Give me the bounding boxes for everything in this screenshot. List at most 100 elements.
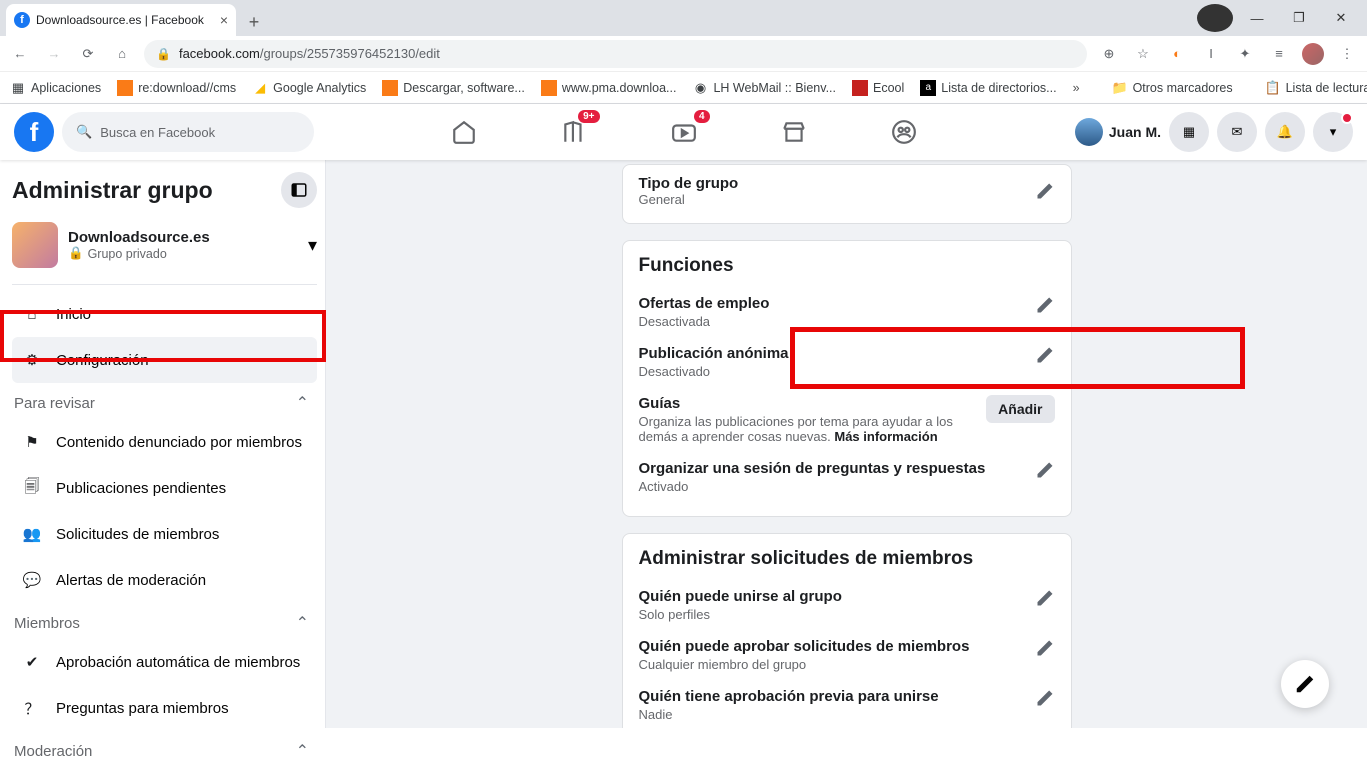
facebook-logo[interactable]: f xyxy=(14,112,54,152)
post-icon: 🗐 xyxy=(20,476,44,501)
setting-quien-unirse[interactable]: Quién puede unirse al grupoSolo perfiles xyxy=(639,580,1055,630)
nav-pages-icon[interactable]: 9+ xyxy=(554,112,594,152)
chevron-down-icon: ▾ xyxy=(308,235,317,256)
edit-pencil-icon[interactable] xyxy=(1035,460,1055,480)
facebook-header: f 🔍 Busca en Facebook 9+ 4 Juan M. ▦ ✉ 🔔… xyxy=(0,104,1367,160)
sidebar-section-para-revisar[interactable]: Para revisar⌃ xyxy=(12,383,317,419)
sidebar-item-solicitudes[interactable]: 👥Solicitudes de miembros xyxy=(12,511,317,557)
anadir-button[interactable]: Añadir xyxy=(986,395,1054,423)
notifications-button[interactable]: 🔔 xyxy=(1265,112,1305,152)
tab-title: Downloadsource.es | Facebook xyxy=(36,13,214,27)
person-check-icon: ✔ xyxy=(20,653,44,671)
nav-home-icon[interactable] xyxy=(444,112,484,152)
browser-tab[interactable]: f Downloadsource.es | Facebook × xyxy=(6,4,236,36)
bookmark-redownload[interactable]: re:download//cms xyxy=(117,80,236,96)
section-title-admin: Administrar solicitudes de miembros xyxy=(639,548,1055,570)
maximize-button[interactable]: ❐ xyxy=(1281,4,1317,32)
content-stage: Administrar grupo Downloadsource.es 🔒Gru… xyxy=(0,160,1367,728)
search-placeholder: Busca en Facebook xyxy=(100,125,215,140)
watch-badge: 4 xyxy=(694,110,710,123)
edit-pencil-icon[interactable] xyxy=(1035,295,1055,315)
search-input[interactable]: 🔍 Busca en Facebook xyxy=(62,112,314,152)
edit-pencil-icon[interactable] xyxy=(1035,181,1055,201)
extensions-button[interactable]: ✦ xyxy=(1233,42,1257,66)
setting-value: General xyxy=(639,192,739,207)
extension-icon-1[interactable]: ◐ xyxy=(1165,42,1189,66)
sidebar-item-preguntas[interactable]: ？Preguntas para miembros xyxy=(12,685,317,731)
window-controls: — ❐ ✕ xyxy=(1197,0,1367,36)
back-button[interactable]: ← xyxy=(8,42,32,66)
bookmarks-overflow[interactable]: » xyxy=(1073,81,1080,95)
edit-pencil-icon[interactable] xyxy=(1035,688,1055,708)
group-privacy: 🔒Grupo privado xyxy=(68,246,210,261)
bookmark-otros[interactable]: 📁Otros marcadores xyxy=(1112,80,1233,96)
bookmark-reading-list[interactable]: 📋Lista de lectura xyxy=(1265,80,1367,96)
account-indicator-icon[interactable] xyxy=(1197,4,1233,32)
bookmark-apps[interactable]: ▦Aplicaciones xyxy=(10,80,101,96)
sidebar-item-configuracion[interactable]: ⚙Configuración xyxy=(12,337,317,383)
browser-titlebar: f Downloadsource.es | Facebook × + — ❐ ✕ xyxy=(0,0,1367,36)
bookmarks-bar: ▦Aplicaciones re:download//cms ◢Google A… xyxy=(0,72,1367,104)
bookmark-ecool[interactable]: Ecool xyxy=(852,80,904,96)
setting-label: Tipo de grupo xyxy=(639,175,739,192)
reload-button[interactable]: ⟳ xyxy=(76,42,100,66)
header-right: Juan M. ▦ ✉ 🔔 ▾ xyxy=(1075,112,1353,152)
setting-quien-previa[interactable]: Quién tiene aprobación previa para unirs… xyxy=(639,680,1055,728)
nav-watch-icon[interactable]: 4 xyxy=(664,112,704,152)
bookmark-pma[interactable]: www.pma.downloa... xyxy=(541,80,677,96)
zoom-icon[interactable]: ⊕ xyxy=(1097,42,1121,66)
nav-groups-icon[interactable] xyxy=(884,112,924,152)
sidebar-item-publicaciones-pendientes[interactable]: 🗐Publicaciones pendientes xyxy=(12,465,317,511)
favicon-facebook: f xyxy=(14,12,30,28)
reading-list-icon[interactable]: ≡ xyxy=(1267,42,1291,66)
setting-tipo-de-grupo[interactable]: Tipo de grupo General xyxy=(622,164,1072,224)
chat-icon: 💬 xyxy=(20,571,44,589)
home-button[interactable]: ⌂ xyxy=(110,42,134,66)
edit-pencil-icon[interactable] xyxy=(1035,638,1055,658)
extension-icon-2[interactable]: I xyxy=(1199,42,1223,66)
account-dropdown-button[interactable]: ▾ xyxy=(1313,112,1353,152)
edit-pencil-icon[interactable] xyxy=(1035,345,1055,365)
close-tab-icon[interactable]: × xyxy=(220,12,228,28)
chevron-up-icon: ⌃ xyxy=(296,741,309,761)
compose-fab[interactable] xyxy=(1281,660,1329,708)
setting-quien-aprobar[interactable]: Quién puede aprobar solicitudes de miemb… xyxy=(639,630,1055,680)
group-selector[interactable]: Downloadsource.es 🔒Grupo privado ▾ xyxy=(12,218,317,278)
setting-ofertas-empleo[interactable]: Ofertas de empleoDesactivada xyxy=(639,287,1055,337)
group-name: Downloadsource.es xyxy=(68,229,210,246)
kebab-menu[interactable]: ⋮ xyxy=(1335,42,1359,66)
omnibox[interactable]: 🔒 facebook.com/groups/255735976452130/ed… xyxy=(144,40,1087,68)
section-title-funciones: Funciones xyxy=(639,255,1055,277)
profile-avatar[interactable] xyxy=(1301,42,1325,66)
sidebar-item-alertas[interactable]: 💬Alertas de moderación xyxy=(12,557,317,603)
lock-icon: 🔒 xyxy=(68,246,84,261)
user-chip[interactable]: Juan M. xyxy=(1075,118,1161,146)
sidebar-section-moderacion[interactable]: Moderación⌃ xyxy=(12,731,317,767)
sidebar-section-miembros[interactable]: Miembros⌃ xyxy=(12,603,317,639)
nav-marketplace-icon[interactable] xyxy=(774,112,814,152)
group-avatar xyxy=(12,222,58,268)
divider xyxy=(12,284,317,285)
notification-dot xyxy=(1341,112,1353,124)
minimize-button[interactable]: — xyxy=(1239,4,1275,32)
setting-qa-session[interactable]: Organizar una sesión de preguntas y resp… xyxy=(639,452,1055,502)
mas-informacion-link[interactable]: Más información xyxy=(834,429,937,444)
collapse-panel-button[interactable] xyxy=(281,172,317,208)
question-icon: ？ xyxy=(20,698,44,719)
bookmark-listdir[interactable]: aLista de directorios... xyxy=(920,80,1056,96)
setting-publicacion-anonima[interactable]: Publicación anónimaDesactivado xyxy=(639,337,1055,387)
chevron-up-icon: ⌃ xyxy=(296,393,309,413)
sidebar-item-contenido-denunciado[interactable]: ⚑Contenido denunciado por miembros xyxy=(12,419,317,465)
bookmark-ga[interactable]: ◢Google Analytics xyxy=(252,80,366,96)
sidebar-item-inicio[interactable]: ⌂Inicio xyxy=(12,291,317,337)
sidebar-item-aprobacion-auto[interactable]: ✔Aprobación automática de miembros xyxy=(12,639,317,685)
close-window-button[interactable]: ✕ xyxy=(1323,4,1359,32)
bookmark-star-icon[interactable]: ☆ xyxy=(1131,42,1155,66)
bookmark-lh[interactable]: ◉LH WebMail :: Bienv... xyxy=(692,80,836,96)
menu-grid-button[interactable]: ▦ xyxy=(1169,112,1209,152)
edit-pencil-icon[interactable] xyxy=(1035,588,1055,608)
messenger-button[interactable]: ✉ xyxy=(1217,112,1257,152)
bookmark-descargar[interactable]: Descargar, software... xyxy=(382,80,525,96)
new-tab-button[interactable]: + xyxy=(240,8,268,36)
pages-badge: 9+ xyxy=(578,110,599,123)
